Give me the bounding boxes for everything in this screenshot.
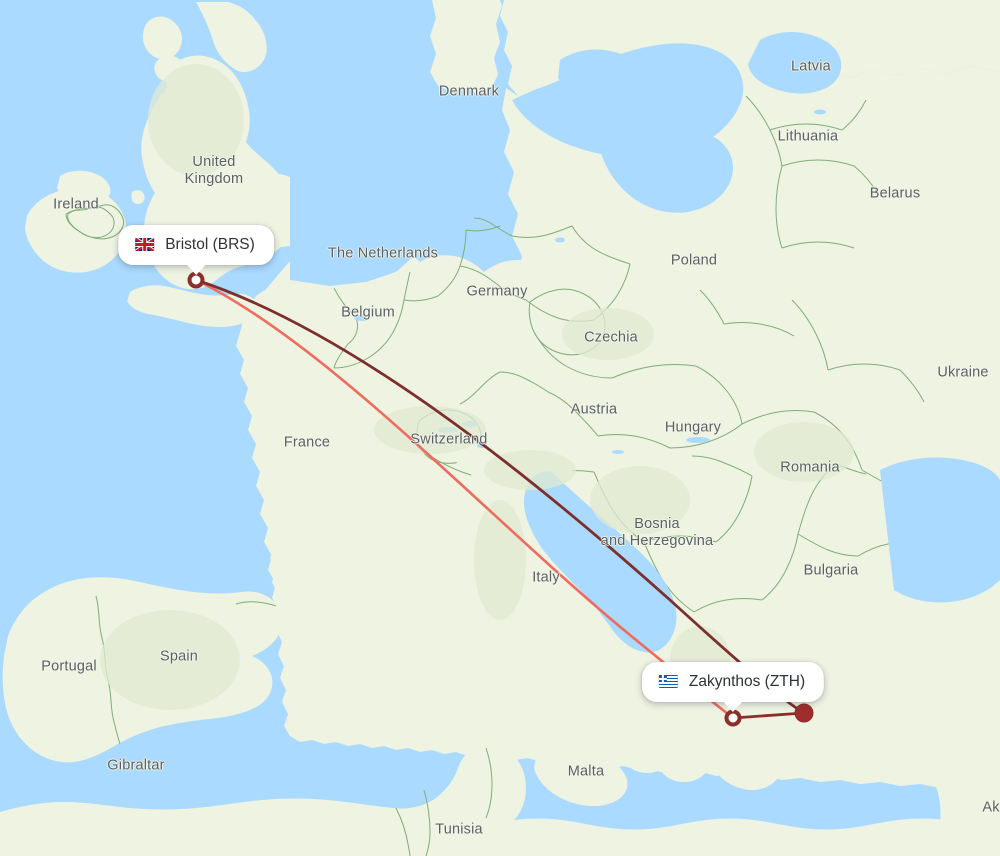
country-label-portugal: Portugal: [41, 658, 97, 675]
country-label-united-kingdom: United Kingdom: [184, 154, 244, 187]
country-label-belgium: Belgium: [341, 304, 395, 321]
country-label-germany: Germany: [466, 283, 528, 300]
airport-bubble-brs[interactable]: Bristol (BRS): [118, 225, 274, 275]
country-label-bulgaria: Bulgaria: [803, 562, 859, 579]
airport-marker-ath[interactable]: [794, 703, 814, 723]
country-label-gibraltar: Gibraltar: [107, 757, 165, 774]
basemap-layer: .land { fill:#eef3e2; stroke:none; } .sh…: [0, 0, 1000, 856]
country-label-malta: Malta: [567, 763, 605, 780]
country-label-lithuania: Lithuania: [777, 128, 839, 145]
country-label-belarus: Belarus: [869, 185, 921, 202]
country-label-poland: Poland: [670, 252, 718, 269]
country-label-ak: Ak: [982, 799, 1000, 816]
country-label-hungary: Hungary: [664, 419, 722, 436]
country-label-spain: Spain: [159, 648, 199, 665]
airport-bubble-label: Zakynthos (ZTH): [688, 673, 806, 690]
country-label-ireland: Ireland: [53, 196, 99, 213]
country-label-switzerland: Switzerland: [410, 431, 488, 448]
country-label-czechia: Czechia: [584, 329, 638, 346]
airport-bubble-zth[interactable]: Zakynthos (ZTH): [641, 662, 825, 712]
country-label-ukraine: Ukraine: [937, 364, 989, 381]
united-kingdom-flag-icon: [135, 238, 155, 251]
country-label-denmark: Denmark: [438, 83, 500, 100]
country-label-romania: Romania: [780, 459, 840, 476]
bubble-tail: [721, 700, 744, 712]
greece-flag-icon: [658, 675, 678, 688]
country-label-italy: Italy: [532, 569, 560, 586]
bubble-tail: [184, 263, 207, 275]
airport-bubble-label: Bristol (BRS): [165, 236, 255, 253]
country-label-the-netherlands: The Netherlands: [327, 245, 439, 262]
airport-marker-zth[interactable]: [724, 709, 742, 727]
country-label-tunisia: Tunisia: [435, 821, 483, 838]
country-label-latvia: Latvia: [791, 58, 831, 75]
country-label-bosnia-and-herzegovina: Bosnia and Herzegovina: [600, 516, 714, 549]
country-label-france: France: [283, 434, 331, 451]
country-label-austria: Austria: [570, 401, 618, 418]
flight-route-map[interactable]: .land { fill:#eef3e2; stroke:none; } .sh…: [0, 0, 1000, 856]
